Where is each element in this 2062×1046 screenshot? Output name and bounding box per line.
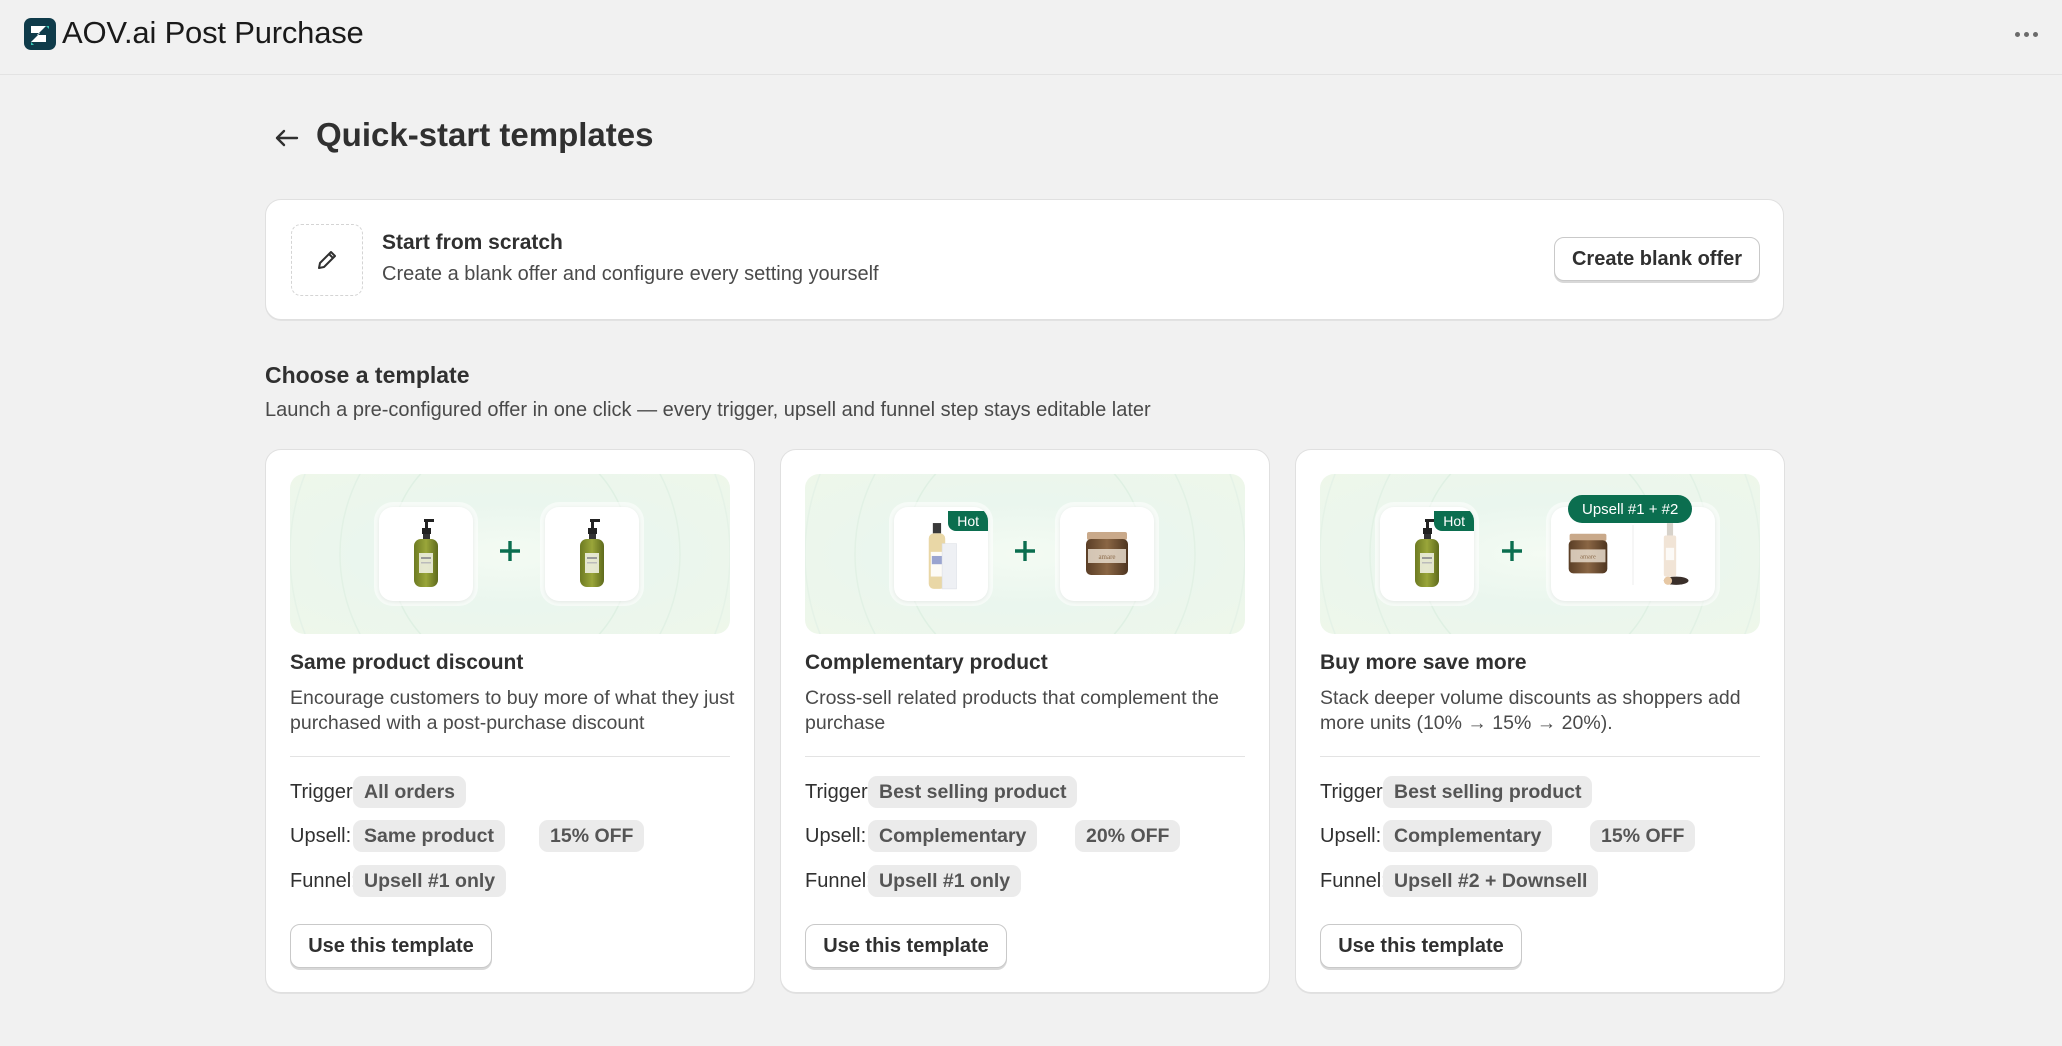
upsell-chip: Same product (353, 820, 506, 852)
upsell-chip: Complementary (868, 820, 1038, 852)
funnel-label: Funnel: (290, 870, 357, 892)
section-description: Launch a pre-configured offer in one cli… (265, 399, 1151, 421)
hot-badge: Hot (1434, 511, 1474, 531)
trigger-label: Trigger: (805, 781, 874, 803)
template-card-buy-more-save-more: Hot Upsell #1 + #2 Buy more save more St… (1295, 449, 1785, 993)
plus-icon (1497, 536, 1527, 566)
template-title: Complementary product (805, 651, 1048, 674)
upsell-label: Upsell: (805, 825, 867, 847)
pencil-icon (291, 224, 363, 296)
funnel-label: Funnel: (805, 870, 872, 892)
discount-chip: 20% OFF (1075, 820, 1181, 852)
upsell-label: Upsell: (1320, 825, 1382, 847)
funnel-label: Funnel: (1320, 870, 1387, 892)
template-card-same-product: Same product discount Encourage customer… (265, 449, 755, 993)
section-title: Choose a template (265, 362, 470, 388)
template-card-complementary: Hot Complementary product Cross-sell rel… (780, 449, 1270, 993)
funnel-chip: Upsell #1 only (353, 865, 507, 897)
template-preview: Hot (805, 474, 1245, 634)
template-preview (290, 474, 730, 634)
create-blank-offer-button[interactable]: Create blank offer (1554, 237, 1760, 281)
template-description: Encourage customers to buy more of what … (290, 687, 735, 734)
template-preview: Hot Upsell #1 + #2 (1320, 474, 1760, 634)
hot-badge: Hot (948, 511, 988, 531)
funnel-chip: Upsell #2 + Downsell (1383, 865, 1599, 897)
discount-chip: 15% OFF (539, 820, 645, 852)
upsell-chip: Complementary (1383, 820, 1553, 852)
ellipsis-icon[interactable] (2010, 20, 2042, 48)
template-title: Same product discount (290, 651, 524, 674)
page-title: Quick-start templates (316, 116, 654, 153)
product-image: Hot (1380, 507, 1474, 601)
template-title: Buy more save more (1320, 651, 1527, 674)
product-image (1060, 507, 1154, 601)
app-logo-icon (24, 18, 56, 50)
product-image (379, 507, 473, 601)
divider (290, 756, 730, 757)
plus-icon (1010, 536, 1040, 566)
use-template-button[interactable]: Use this template (290, 924, 492, 968)
trigger-label: Trigger: (290, 781, 359, 803)
scratch-description: Create a blank offer and configure every… (382, 263, 879, 285)
trigger-label: Trigger: (1320, 781, 1389, 803)
template-description: Cross-sell related products that complem… (805, 687, 1220, 734)
back-button[interactable] (268, 120, 304, 156)
trigger-chip: Best selling product (1383, 776, 1593, 808)
divider (1320, 756, 1760, 757)
plus-icon (495, 536, 525, 566)
start-from-scratch-card: Start from scratch Create a blank offer … (265, 199, 1784, 320)
discount-chip: 15% OFF (1590, 820, 1696, 852)
trigger-chip: Best selling product (868, 776, 1078, 808)
use-template-button[interactable]: Use this template (1320, 924, 1522, 968)
upsell-label: Upsell: (290, 825, 352, 847)
product-image (545, 507, 639, 601)
arrow-left-icon (275, 129, 299, 147)
use-template-button[interactable]: Use this template (805, 924, 1007, 968)
app-header: AOV.ai Post Purchase (0, 0, 2062, 75)
app-title: AOV.ai Post Purchase (62, 15, 364, 50)
scratch-title: Start from scratch (382, 231, 563, 254)
upsell-badge: Upsell #1 + #2 (1568, 495, 1693, 523)
template-description: Stack deeper volume discounts as shopper… (1320, 687, 1741, 734)
divider (805, 756, 1245, 757)
funnel-chip: Upsell #1 only (868, 865, 1022, 897)
product-image: Hot (894, 507, 988, 601)
trigger-chip: All orders (353, 776, 467, 808)
